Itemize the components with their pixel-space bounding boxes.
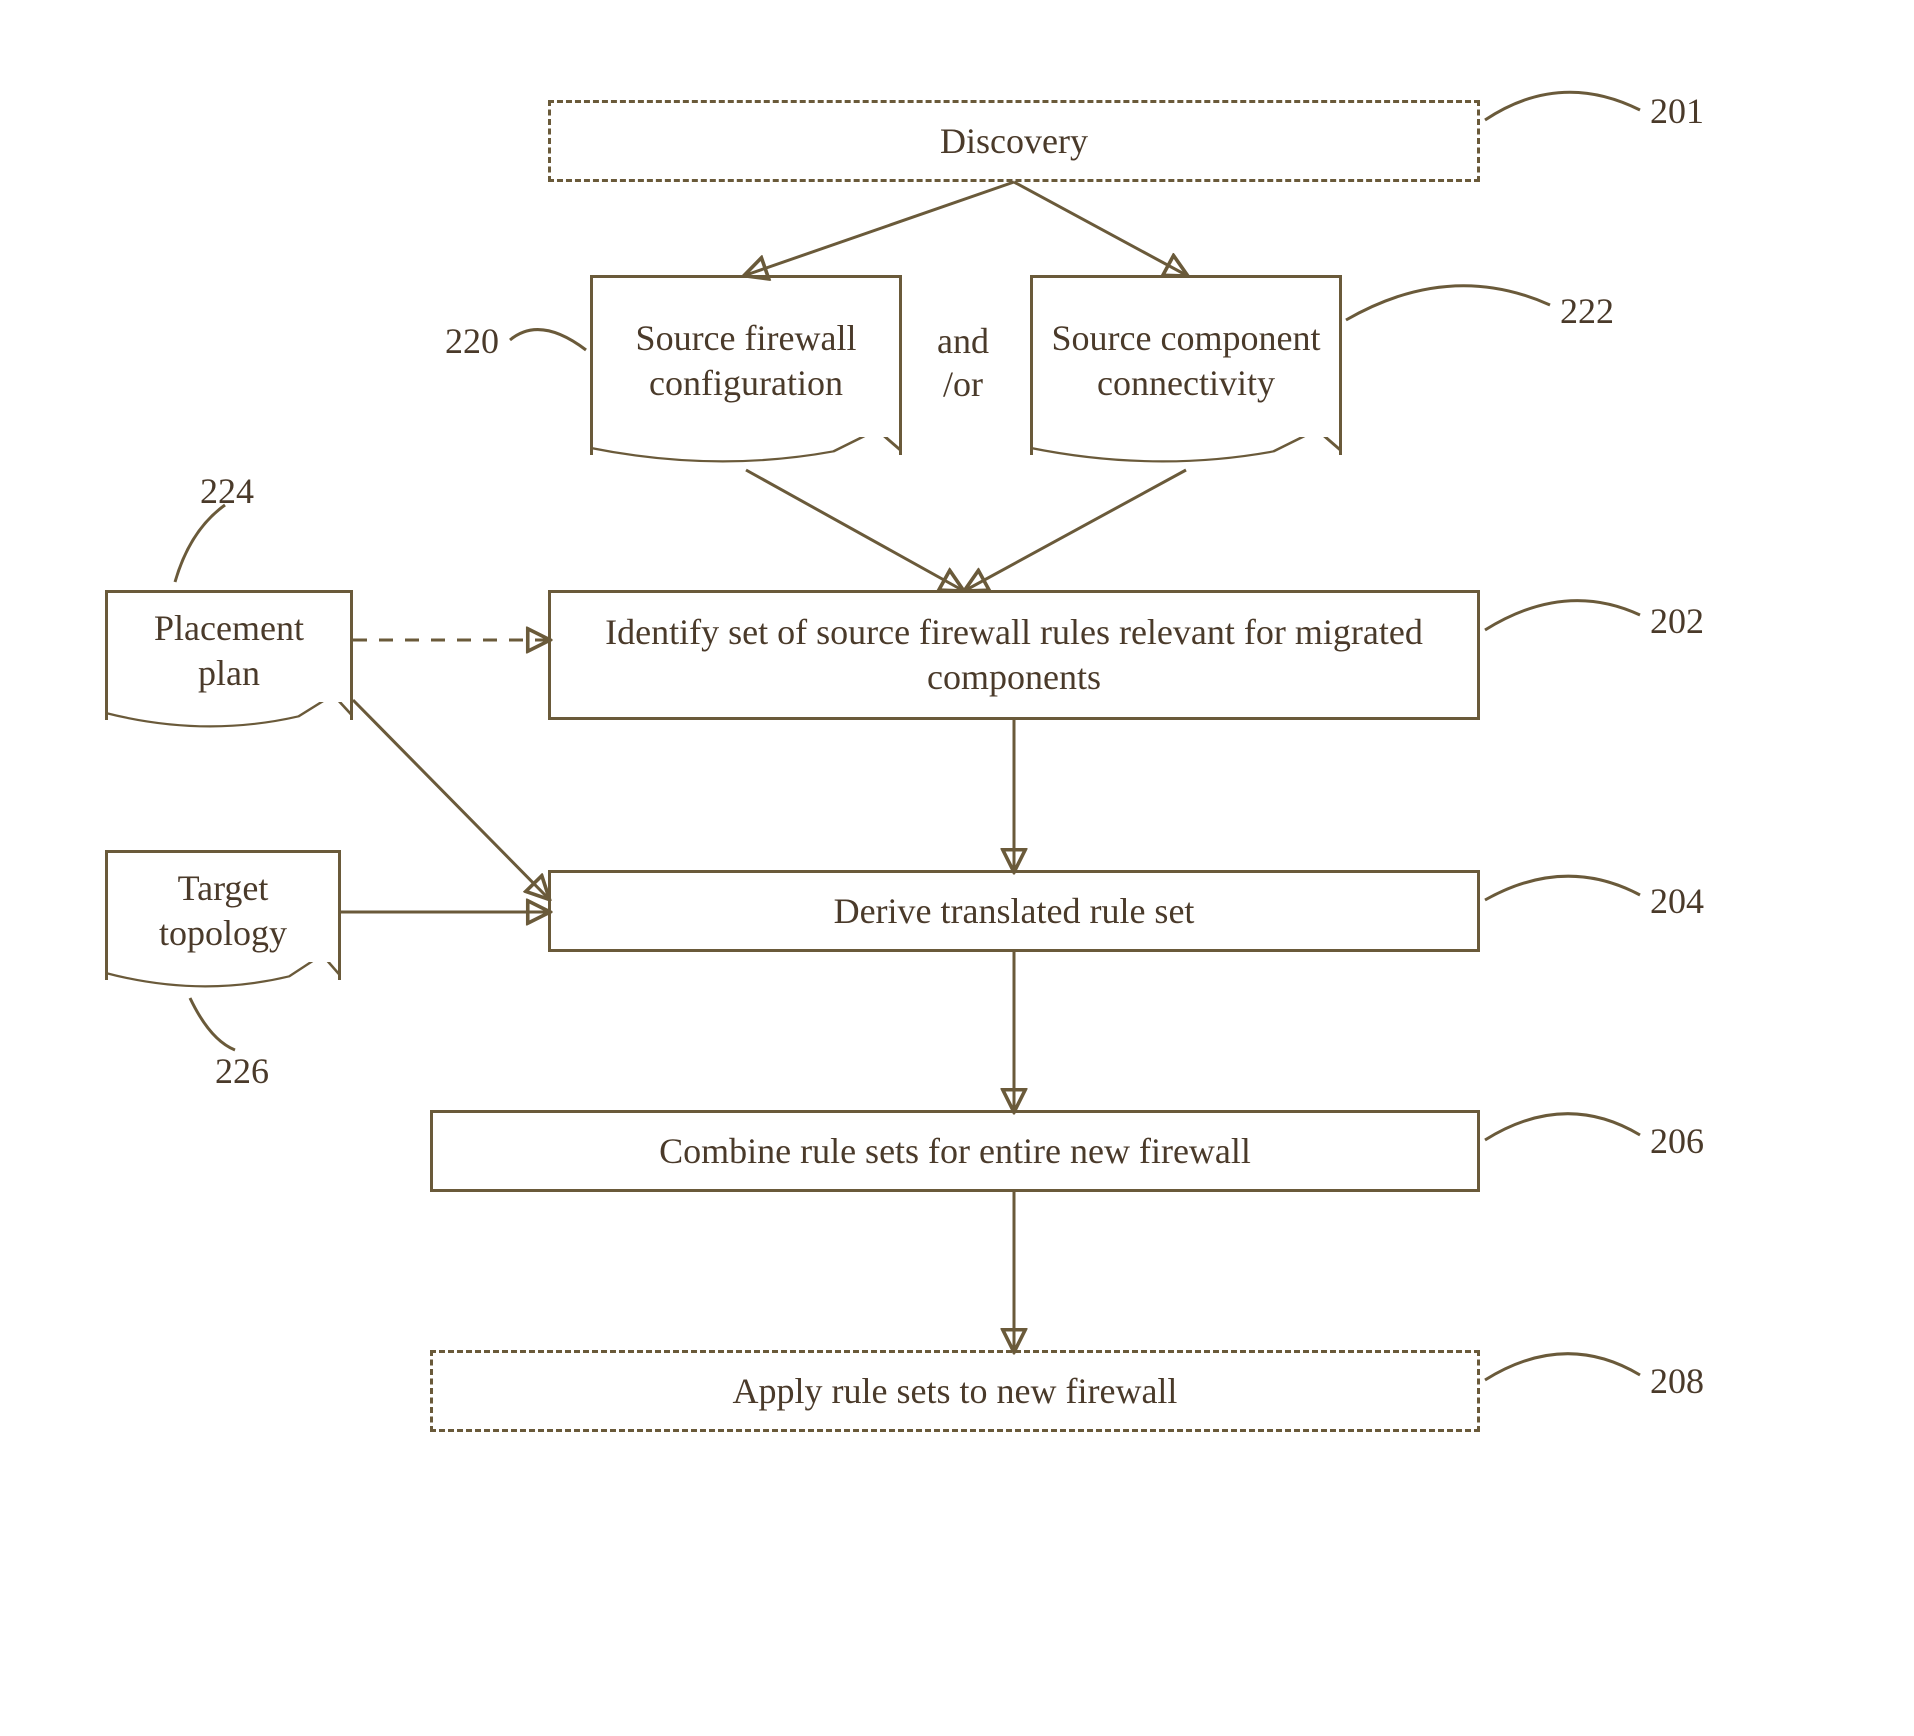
node-identify-rules-text: Identify set of source firewall rules re… <box>563 610 1465 700</box>
node-combine-rules-text: Combine rule sets for entire new firewal… <box>659 1129 1251 1174</box>
node-apply-rules-text: Apply rule sets to new firewall <box>733 1369 1178 1414</box>
label-201: 201 <box>1650 90 1704 132</box>
text-and-or: and /or <box>918 320 1008 406</box>
label-206: 206 <box>1650 1120 1704 1162</box>
label-224: 224 <box>200 470 254 512</box>
node-apply-rules: Apply rule sets to new firewall <box>430 1350 1480 1432</box>
node-identify-rules: Identify set of source firewall rules re… <box>548 590 1480 720</box>
node-target-topology: Target topology <box>105 850 341 980</box>
node-source-firewall-config: Source firewall configuration <box>590 275 902 455</box>
node-discovery-text: Discovery <box>940 119 1088 164</box>
label-202: 202 <box>1650 600 1704 642</box>
node-source-component-connectivity: Source component connectivity <box>1030 275 1342 455</box>
node-source-component-connectivity-text: Source component connectivity <box>1045 316 1327 406</box>
label-204: 204 <box>1650 880 1704 922</box>
node-source-firewall-config-text: Source firewall configuration <box>605 316 887 406</box>
node-placement-plan-text: Placement plan <box>120 606 338 696</box>
node-target-topology-text: Target topology <box>120 866 326 956</box>
node-placement-plan: Placement plan <box>105 590 353 720</box>
node-combine-rules: Combine rule sets for entire new firewal… <box>430 1110 1480 1192</box>
label-220: 220 <box>445 320 499 362</box>
label-222: 222 <box>1560 290 1614 332</box>
node-derive-rules-text: Derive translated rule set <box>834 889 1195 934</box>
node-discovery: Discovery <box>548 100 1480 182</box>
node-derive-rules: Derive translated rule set <box>548 870 1480 952</box>
text-and-or-label: and /or <box>937 321 989 404</box>
label-226: 226 <box>215 1050 269 1092</box>
label-208: 208 <box>1650 1360 1704 1402</box>
